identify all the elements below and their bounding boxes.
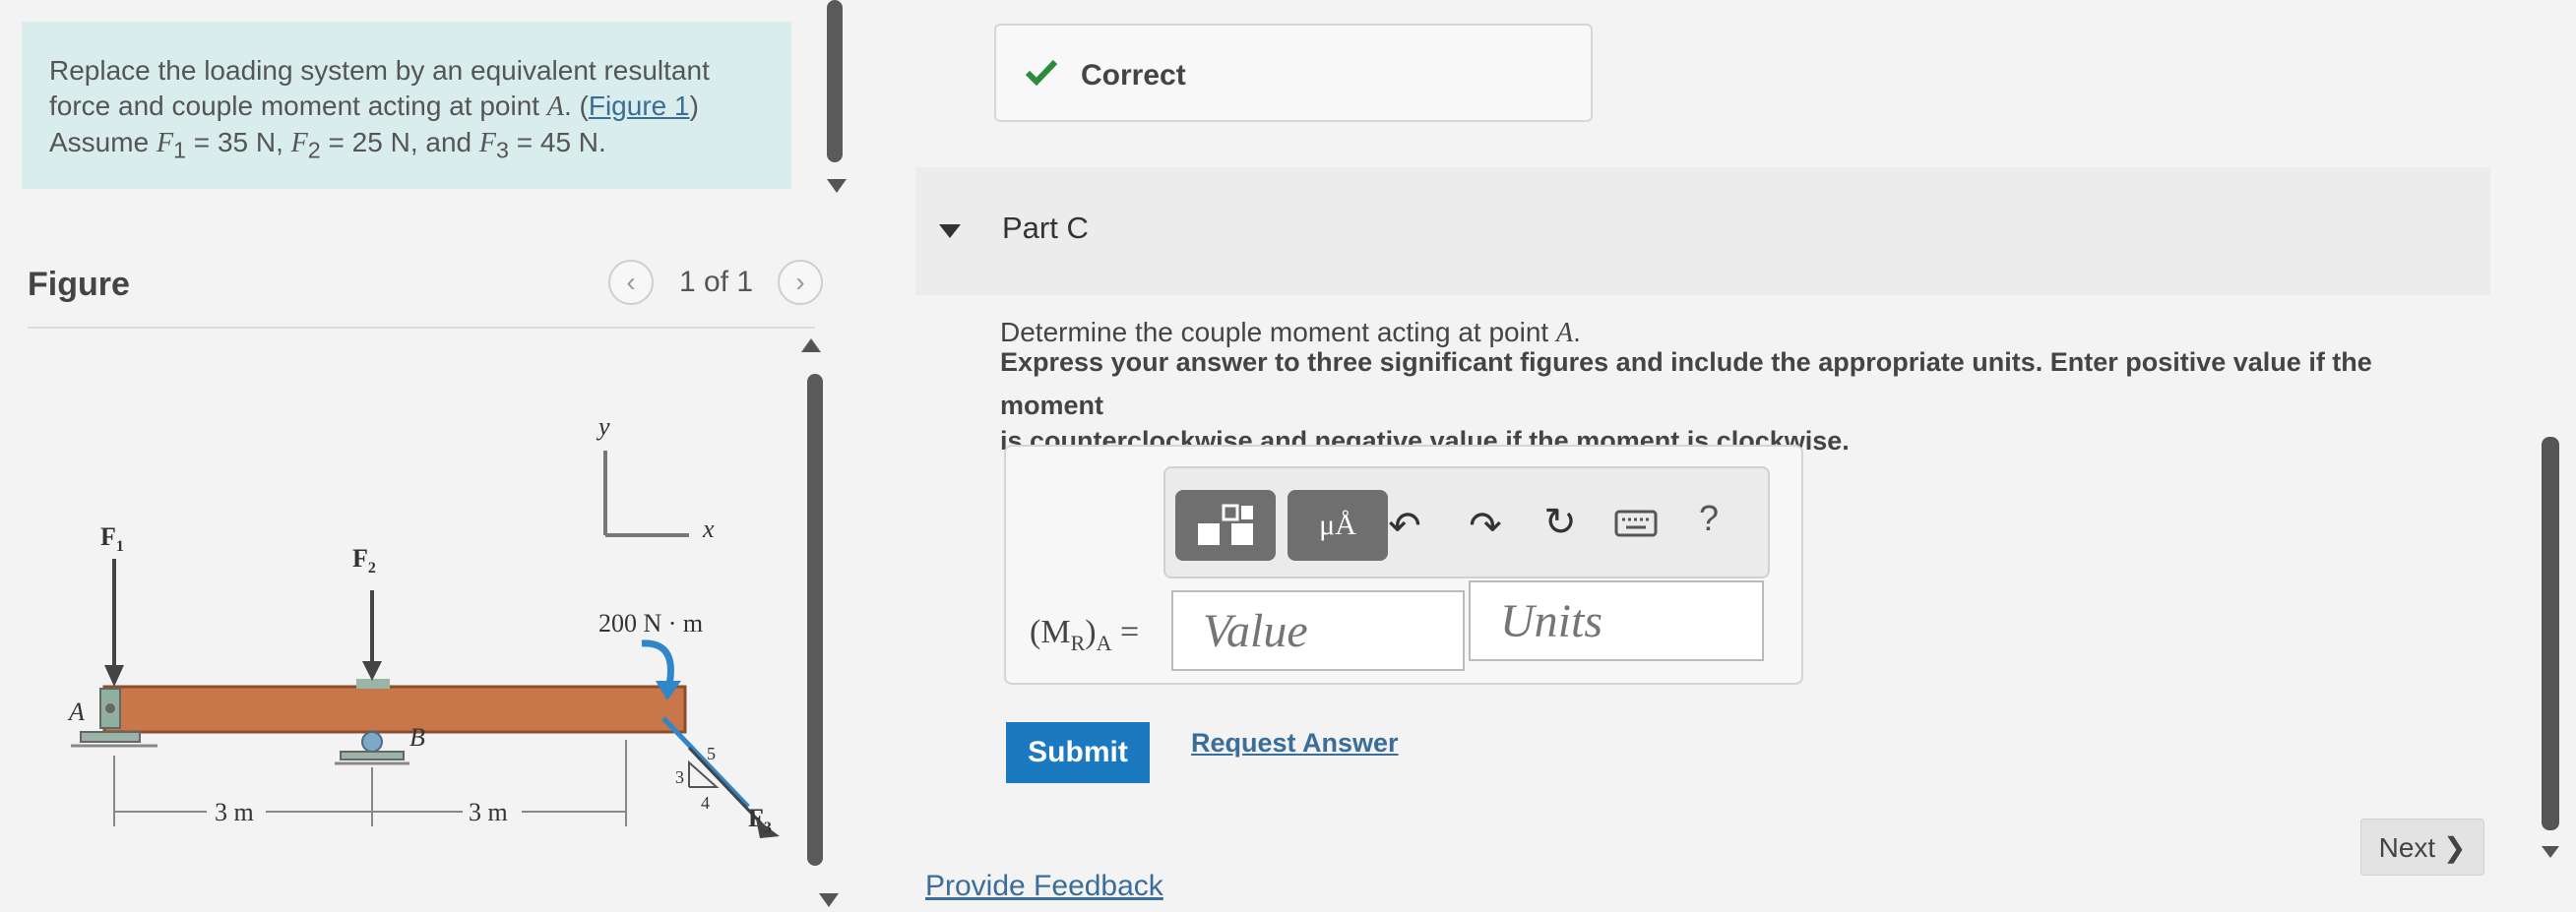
answer-label: (MR)A = (1030, 614, 1140, 655)
problem-scrollbar[interactable] (827, 0, 843, 162)
figure-counter: 1 of 1 (679, 266, 754, 298)
templates-icon (1198, 504, 1253, 545)
force-f1-arrow: F1 (100, 522, 124, 687)
svg-text:F3: F3 (748, 804, 772, 836)
submit-button[interactable]: Submit (1006, 722, 1150, 783)
slope-5-label: 5 (707, 744, 716, 763)
units-button[interactable]: μÅ (1288, 490, 1388, 561)
figure-next-button[interactable]: › (778, 260, 823, 305)
figure-divider (28, 327, 815, 329)
part-header (915, 167, 2490, 295)
beam (102, 685, 687, 734)
svg-text:F2: F2 (352, 544, 376, 577)
f1-label: F (100, 522, 116, 551)
figure-prev-button[interactable]: ‹ (608, 260, 654, 305)
point-b-label: B (409, 723, 425, 752)
dimension-2-label: 3 m (469, 798, 508, 826)
value-input[interactable] (1171, 590, 1465, 671)
caret-down-icon[interactable] (939, 224, 961, 238)
problem-line-3: Assume F1 = 35 N, F2 = 25 N, and F3 = 45… (49, 127, 606, 163)
part-label[interactable]: Part C (1002, 211, 1089, 246)
units-icon: μÅ (1319, 509, 1356, 541)
help-button[interactable]: ? (1699, 498, 1719, 539)
figure-scrollbar[interactable] (807, 374, 823, 866)
point-a-label: A (67, 698, 85, 726)
provide-feedback-link[interactable]: Provide Feedback (925, 870, 1163, 903)
next-button[interactable]: Next ❯ (2360, 819, 2484, 876)
beam-figure: y x A B F1 F2 200 N · m 3 4 5 F3 3 m 3 m (67, 413, 780, 838)
chevron-right-icon: › (795, 267, 805, 297)
templates-button[interactable] (1175, 490, 1276, 561)
page-scrollbar[interactable] (2542, 437, 2559, 830)
scroll-up-arrow-icon[interactable] (801, 338, 821, 352)
problem-line-1: Replace the loading system by an equival… (49, 55, 710, 86)
scroll-down-arrow-icon[interactable] (827, 179, 847, 193)
scroll-down-arrow-icon[interactable] (2542, 846, 2559, 858)
scroll-down-arrow-icon[interactable] (819, 893, 839, 907)
moment-label: 200 N · m (598, 609, 703, 638)
redo-icon[interactable]: ↷ (1461, 504, 1510, 549)
status-label: Correct (1081, 59, 1186, 91)
force-f2-arrow: F2 (352, 544, 390, 689)
reset-icon[interactable]: ↻ (1536, 500, 1585, 545)
slope-4-label: 4 (701, 793, 710, 813)
slope-3-label: 3 (675, 767, 684, 787)
keyboard-icon[interactable] (1614, 510, 1658, 537)
f3-label: F (748, 804, 764, 832)
f2-label: F (352, 544, 368, 573)
undo-icon[interactable]: ↶ (1380, 504, 1429, 549)
problem-line-2: force and couple moment acting at point … (49, 91, 699, 122)
units-input[interactable] (1469, 580, 1764, 661)
force-f3-arrow: 3 4 5 F3 (661, 716, 780, 838)
request-answer-link[interactable]: Request Answer (1191, 728, 1399, 759)
svg-text:F1: F1 (100, 522, 124, 555)
chevron-left-icon: ‹ (626, 267, 636, 297)
problem-statement: Replace the loading system by an equival… (49, 53, 778, 168)
dimension-1-label: 3 m (215, 798, 254, 826)
checkmark-icon (1025, 59, 1058, 87)
axes-icon: y x (596, 413, 715, 543)
figure-title: Figure (28, 266, 130, 303)
figure-link[interactable]: Figure 1 (589, 91, 690, 121)
axis-y-label: y (596, 413, 610, 441)
axis-x-label: x (702, 515, 715, 543)
